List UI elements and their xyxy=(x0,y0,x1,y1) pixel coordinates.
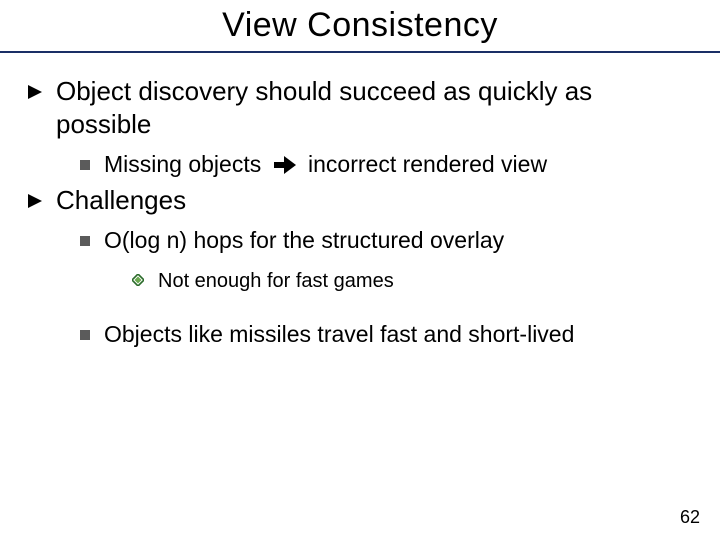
page-number: 62 xyxy=(680,507,700,528)
square-bullet-icon xyxy=(80,330,90,340)
square-bullet-icon xyxy=(80,236,90,246)
title-area: View Consistency xyxy=(0,0,720,45)
bullet-level2: O(log n) hops for the structured overlay xyxy=(80,226,692,256)
square-bullet-icon xyxy=(80,160,90,170)
diamond-bullet-icon xyxy=(132,274,144,286)
slide-title: View Consistency xyxy=(0,6,720,45)
slide: View Consistency Object discovery should… xyxy=(0,0,720,540)
bullet-level2: Missing objects incorrect rendered view xyxy=(80,150,692,180)
bullet-level1: Object discovery should succeed as quick… xyxy=(28,75,692,140)
text-part: incorrect rendered view xyxy=(308,151,547,177)
text-part: Missing objects xyxy=(104,151,261,177)
bullet-text: O(log n) hops for the structured overlay xyxy=(104,226,504,256)
right-triangle-icon xyxy=(28,194,44,208)
bullet-level3: Not enough for fast games xyxy=(132,268,692,294)
bullet-text: Not enough for fast games xyxy=(158,268,394,294)
bullet-text: Challenges xyxy=(56,184,186,217)
bullet-text: Object discovery should succeed as quick… xyxy=(56,75,692,140)
bullet-text: Objects like missiles travel fast and sh… xyxy=(104,320,574,350)
implies-arrow-icon xyxy=(274,150,296,180)
bullet-level1: Challenges xyxy=(28,184,692,217)
content-area: Object discovery should succeed as quick… xyxy=(0,53,720,350)
bullet-text: Missing objects incorrect rendered view xyxy=(104,150,547,180)
right-triangle-icon xyxy=(28,85,44,99)
bullet-level2: Objects like missiles travel fast and sh… xyxy=(80,320,692,350)
